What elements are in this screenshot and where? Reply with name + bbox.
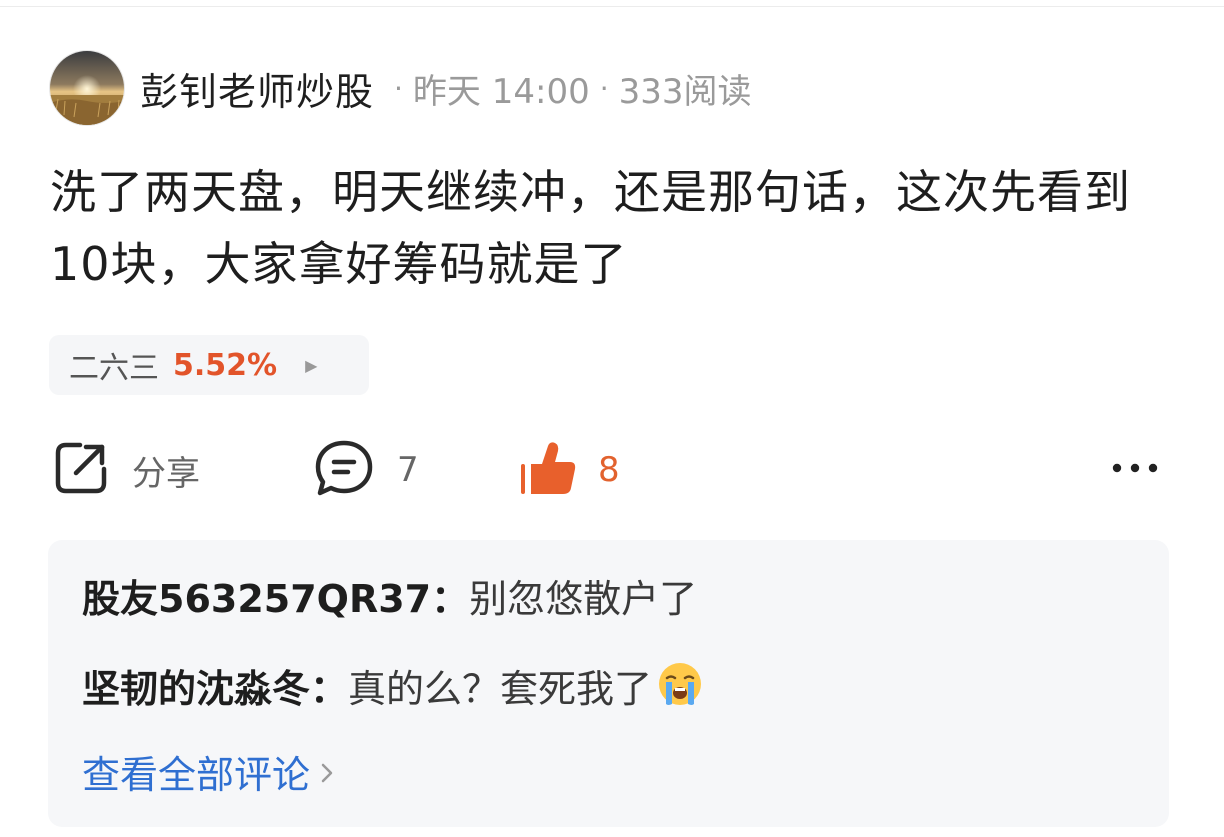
comment-user[interactable]: 股友563257QR37 [82,577,431,621]
comment-user[interactable]: 坚韧的沈淼冬 [82,667,310,711]
post-header: 彭钊老师炒股 · 昨天 14:00 · 333阅读 [50,50,752,126]
thumbs-up-icon [518,438,578,502]
comment-text: 真的么？套死我了 [348,667,653,711]
more-icon [1110,458,1160,482]
comment-icon [313,437,375,503]
share-button[interactable]: 分享 [52,434,200,506]
share-label: 分享 [132,453,200,494]
avatar[interactable] [50,51,124,125]
loudly-crying-face-icon [656,660,704,717]
stock-name: 二六三 [69,351,159,386]
comment-separator: ： [431,577,470,621]
play-arrow-icon: ▶ [305,355,318,375]
top-divider [0,6,1224,7]
stock-change: 5.52% [173,347,278,383]
post-meta: · 昨天 14:00 · 333阅读 [384,64,752,113]
view-all-label: 查看全部评论 [82,753,311,797]
meta-dot: · [394,71,403,105]
action-bar: 分享 7 8 [0,434,1224,506]
chevron-right-icon [320,750,334,794]
comments-box: 股友563257QR37：别忽悠散户了 坚韧的沈淼冬：真的么？套死我了 查看全部… [48,540,1169,827]
comment-separator: ： [310,667,349,711]
view-all-comments-link[interactable]: 查看全部评论 [82,744,334,799]
like-button[interactable]: 8 [518,434,620,506]
like-count: 8 [598,450,620,490]
more-button[interactable] [1110,434,1160,506]
comment-button[interactable]: 7 [313,434,419,506]
share-icon [52,439,110,501]
read-count: 333阅读 [618,71,752,112]
comment-item[interactable]: 股友563257QR37：别忽悠散户了 [82,568,697,623]
post-body[interactable]: 洗了两天盘，明天继续冲，还是那句话，这次先看到10块，大家拿好筹码就是了 [50,156,1180,300]
stock-chip[interactable]: 二六三 5.52% ▶ [49,335,369,395]
post-time: 昨天 14:00 [412,71,590,112]
meta-dot: · [599,71,609,105]
comment-item[interactable]: 坚韧的沈淼冬：真的么？套死我了 [82,658,704,717]
comment-text: 别忽悠散户了 [469,577,698,621]
author-name[interactable]: 彭钊老师炒股 [140,61,374,116]
comment-count: 7 [397,450,419,490]
